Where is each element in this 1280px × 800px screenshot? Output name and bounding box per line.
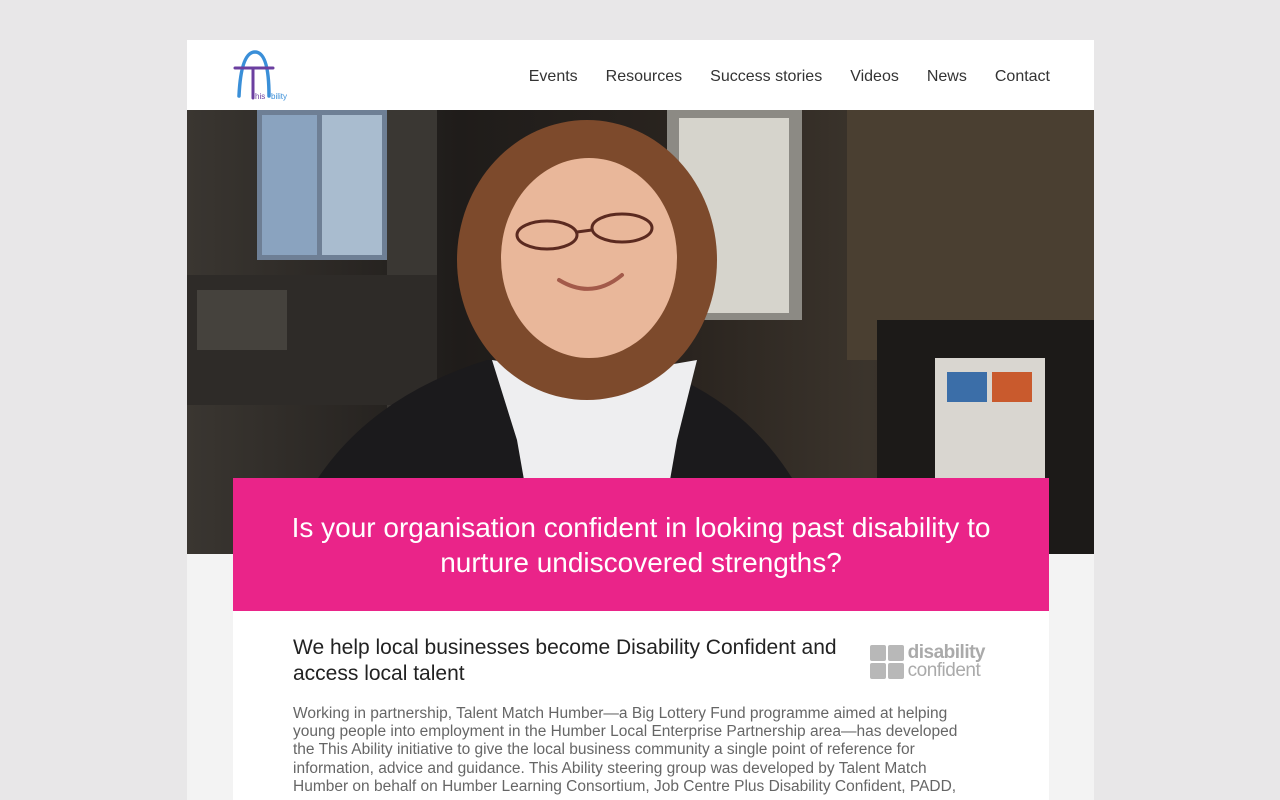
- nav-videos[interactable]: Videos: [850, 67, 899, 87]
- banner-headline: Is your organisation confident in lookin…: [291, 511, 991, 578]
- site-header: his bility Events Resources Success stor…: [187, 40, 1094, 110]
- svg-text:bility: bility: [271, 92, 287, 101]
- intro-body: Working in partnership, Talent Match Hum…: [293, 705, 958, 795]
- svg-text:his: his: [255, 92, 265, 101]
- nav-success-stories[interactable]: Success stories: [710, 67, 822, 87]
- intro-heading: We help local businesses become Disabili…: [293, 636, 837, 685]
- disability-confident-badge: disability confident: [869, 643, 986, 681]
- this-ability-logo-icon: his bility: [233, 50, 287, 101]
- main-nav: Events Resources Success stories Videos …: [529, 67, 1050, 87]
- nav-resources[interactable]: Resources: [606, 67, 682, 87]
- badge-line2: confident: [907, 660, 981, 681]
- site-logo[interactable]: his bility: [231, 48, 291, 102]
- nav-contact[interactable]: Contact: [995, 67, 1050, 87]
- intro-card: We help local businesses become Disabili…: [233, 611, 1049, 800]
- nav-events[interactable]: Events: [529, 67, 578, 87]
- site-container: his bility Events Resources Success stor…: [187, 40, 1094, 800]
- headline-banner: Is your organisation confident in lookin…: [233, 478, 1049, 611]
- disability-confident-icon: [869, 645, 904, 679]
- nav-news[interactable]: News: [927, 67, 967, 87]
